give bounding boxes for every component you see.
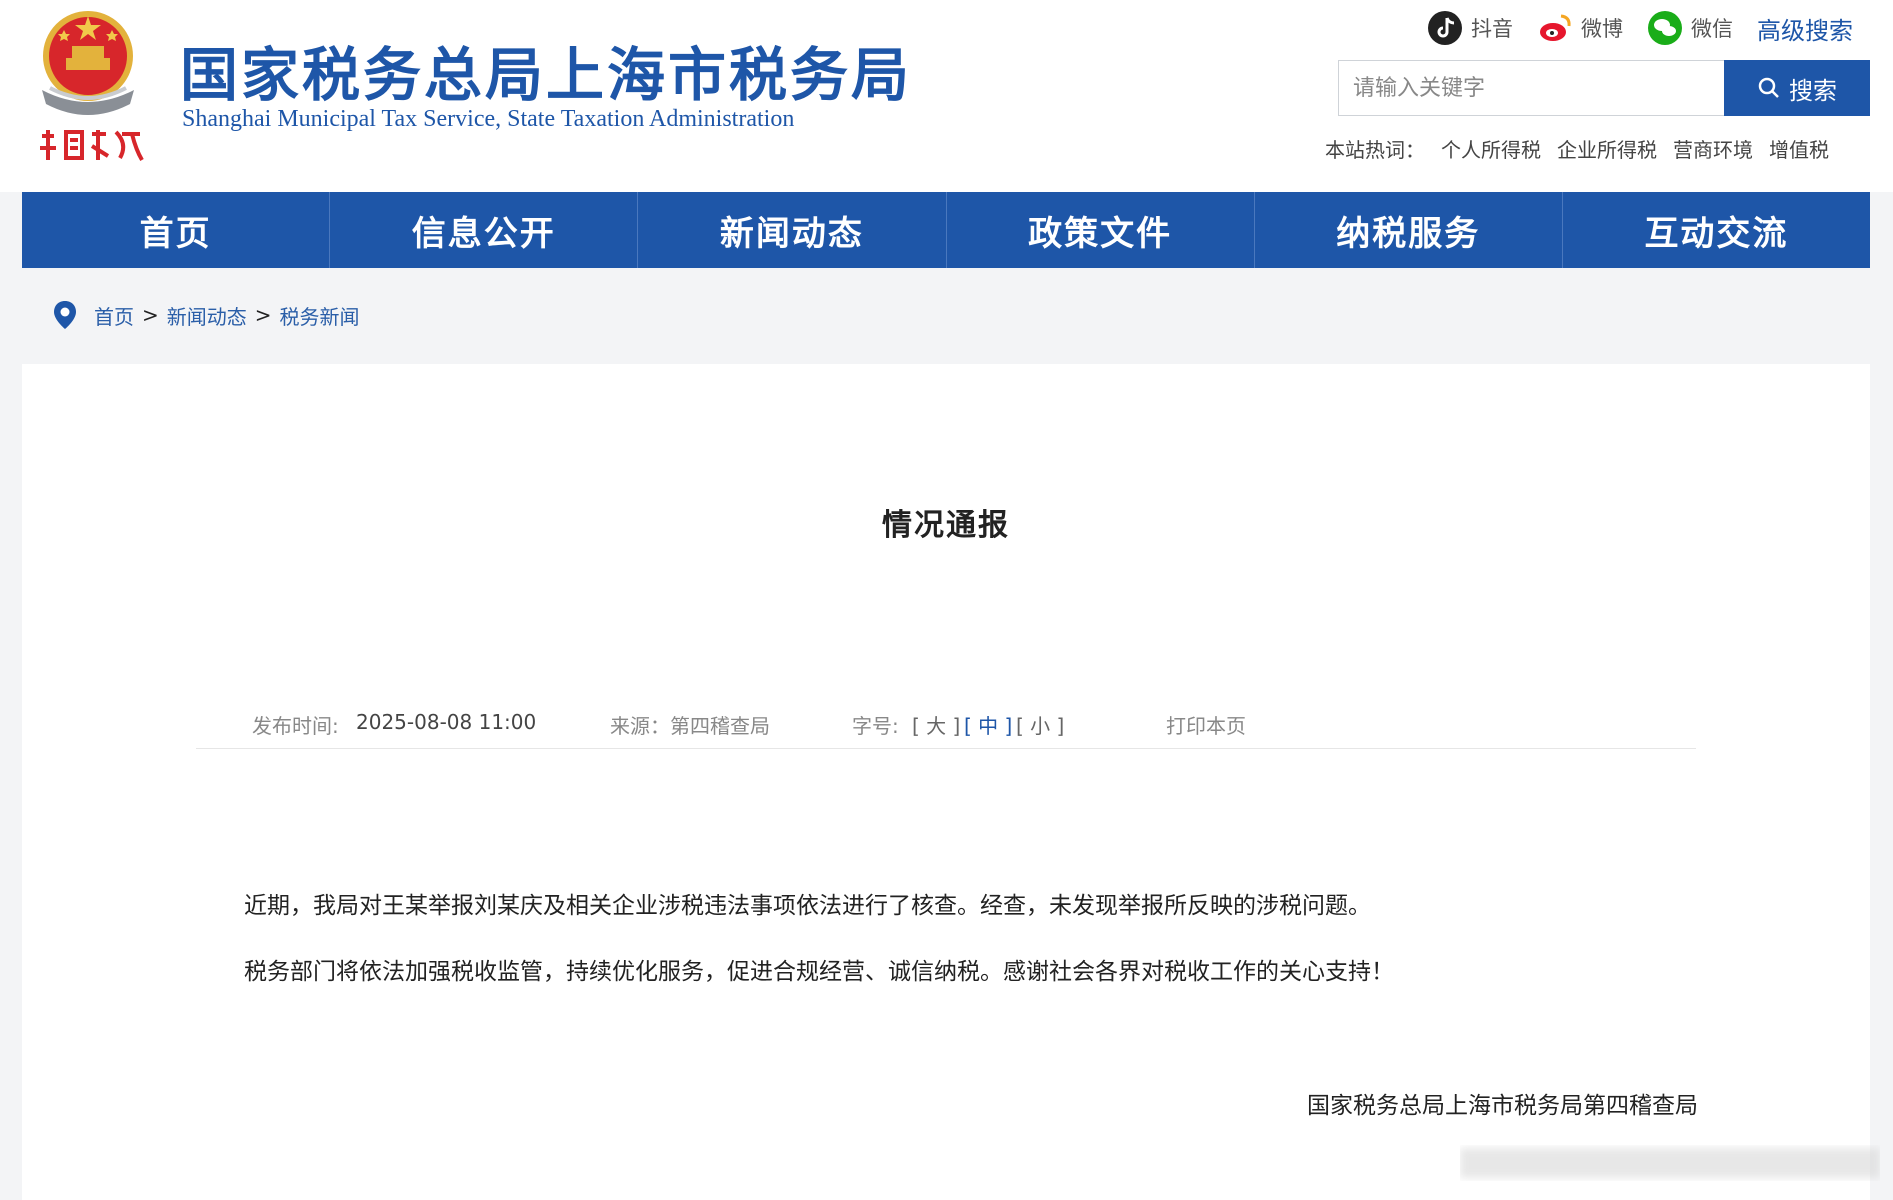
china-tax-calligraphy-logo xyxy=(40,130,144,162)
publish-date: 2025-08-08 11:00 xyxy=(356,710,537,734)
breadcrumb-tax-news[interactable]: 税务新闻 xyxy=(280,301,360,330)
font-size-large-button[interactable]: [ 大 ] xyxy=(912,710,960,739)
hotword-item[interactable]: 营商环境 xyxy=(1673,134,1753,163)
breadcrumb-separator: > xyxy=(142,303,159,327)
breadcrumb: 首页 > 新闻动态 > 税务新闻 xyxy=(52,300,360,330)
meta-divider xyxy=(196,748,1696,749)
social-links: 抖音 微博 微信 高级搜索 xyxy=(1427,10,1853,46)
breadcrumb-news[interactable]: 新闻动态 xyxy=(167,301,247,330)
nav-item-home[interactable]: 首页 xyxy=(22,192,331,268)
site-header: 国家税务总局上海市税务局 Shanghai Municipal Tax Serv… xyxy=(0,0,1893,192)
douyin-link[interactable]: 抖音 xyxy=(1427,10,1513,46)
nav-item-news[interactable]: 新闻动态 xyxy=(638,192,947,268)
search-button-label: 搜索 xyxy=(1789,76,1837,105)
site-title-en: Shanghai Municipal Tax Service, State Ta… xyxy=(182,106,795,132)
hotwords-label: 本站热词： xyxy=(1325,138,1425,162)
article-panel: 情况通报 发布时间: 2025-08-08 11:00 来源：第四稽查局 字号:… xyxy=(22,364,1870,1200)
hotword-item[interactable]: 个人所得税 xyxy=(1441,134,1541,163)
blurred-watermark xyxy=(1460,1148,1880,1178)
nav-item-info-disclosure[interactable]: 信息公开 xyxy=(330,192,639,268)
wechat-label: 微信 xyxy=(1691,17,1733,41)
national-emblem-icon xyxy=(42,11,134,115)
article-meta: 发布时间: 2025-08-08 11:00 来源：第四稽查局 字号: [ 大 … xyxy=(196,710,1696,750)
hotword-item[interactable]: 企业所得税 xyxy=(1557,134,1657,163)
wechat-link[interactable]: 微信 xyxy=(1647,10,1733,46)
location-pin-icon xyxy=(54,301,76,329)
search-input[interactable] xyxy=(1338,60,1724,116)
font-size-small-button[interactable]: [ 小 ] xyxy=(1016,710,1064,739)
font-size-label: 字号: xyxy=(852,714,899,738)
wechat-icon xyxy=(1648,11,1682,45)
hot-keywords: 本站热词： 个人所得税 企业所得税 营商环境 增值税 xyxy=(1325,134,1829,163)
douyin-icon xyxy=(1428,11,1462,45)
print-page-button[interactable]: 打印本页 xyxy=(1166,710,1246,739)
font-size-medium-button[interactable]: [ 中 ] xyxy=(964,710,1012,739)
nav-item-interaction[interactable]: 互动交流 xyxy=(1563,192,1870,268)
main-nav: 首页 信息公开 新闻动态 政策文件 纳税服务 互动交流 xyxy=(22,192,1870,268)
breadcrumb-home[interactable]: 首页 xyxy=(94,301,134,330)
publish-date-label: 发布时间: xyxy=(252,714,339,738)
nav-item-policy[interactable]: 政策文件 xyxy=(947,192,1255,268)
breadcrumb-separator: > xyxy=(254,303,272,327)
nav-item-tax-service[interactable]: 纳税服务 xyxy=(1255,192,1563,268)
search-button[interactable]: 搜索 xyxy=(1724,60,1870,116)
article-signature: 国家税务总局上海市税务局第四稽查局 xyxy=(1307,1093,1698,1119)
site-title-cn: 国家税务总局上海市税务局 xyxy=(180,41,913,109)
douyin-label: 抖音 xyxy=(1471,17,1513,41)
hotword-item[interactable]: 增值税 xyxy=(1769,134,1829,163)
weibo-icon xyxy=(1540,14,1571,41)
article-source: 来源：第四稽查局 xyxy=(610,714,770,738)
article-paragraph: 税务部门将依法加强税收监管，持续优化服务，促进合规经营、诚信纳税。感谢社会各界对… xyxy=(244,959,1394,985)
search-icon xyxy=(1758,77,1779,98)
article-paragraph: 近期，我局对王某举报刘某庆及相关企业涉税违法事项依法进行了核查。经查，未发现举报… xyxy=(244,893,1371,919)
weibo-link[interactable]: 微博 xyxy=(1537,10,1623,46)
advanced-search-link[interactable]: 高级搜索 xyxy=(1757,11,1853,46)
article-title: 情况通报 xyxy=(882,508,1010,543)
weibo-label: 微博 xyxy=(1581,17,1623,41)
